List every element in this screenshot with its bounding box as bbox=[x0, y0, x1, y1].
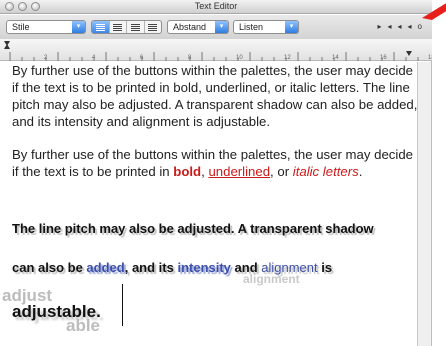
ruler-number: 18 bbox=[428, 55, 432, 61]
ruler-number: 10 bbox=[236, 55, 243, 61]
ruler-number: 16 bbox=[380, 55, 387, 61]
style-popup-label: Stile bbox=[12, 22, 30, 32]
window-title: Text Editor bbox=[194, 1, 238, 11]
circle-icon[interactable]: o bbox=[418, 22, 422, 31]
added-word: added bbox=[86, 260, 125, 275]
red-arrow-icon bbox=[422, 3, 446, 20]
style-popup[interactable]: Stile ▾ bbox=[6, 20, 86, 34]
ruler[interactable]: 2 4 6 8 10 12 14 16 18 bbox=[0, 39, 432, 61]
vertical-scrollbar[interactable] bbox=[417, 62, 431, 346]
italic-words: italic letters bbox=[292, 164, 359, 179]
paragraph-plain: By further use of the buttons within the… bbox=[12, 63, 418, 129]
alignment-word: alignment bbox=[261, 260, 318, 275]
align-left-icon bbox=[95, 23, 105, 31]
document-text-area[interactable]: By further use of the buttons within the… bbox=[2, 62, 420, 335]
list-popup-label: Listen bbox=[239, 22, 264, 32]
previous-icon[interactable]: ◂ bbox=[388, 22, 392, 31]
shadow-text-line: The line pitch may also be adjusted. A t… bbox=[12, 221, 374, 236]
rewind-icon[interactable]: ◂ bbox=[408, 22, 412, 31]
ruler-ticks: 2 4 6 8 10 12 14 16 18 bbox=[4, 41, 432, 61]
ruler-number: 2 bbox=[44, 55, 48, 61]
ruler-number: 14 bbox=[332, 55, 339, 61]
shadow-text-d: is bbox=[317, 260, 333, 275]
align-justify-icon bbox=[130, 23, 140, 31]
align-center-icon bbox=[113, 23, 123, 31]
ruler-number: 8 bbox=[188, 55, 192, 61]
ruler-number: 4 bbox=[92, 55, 96, 61]
text-editor-window: Text Editor Stile ▾ Abstand ▾ Listen ▾ ▸… bbox=[0, 0, 432, 346]
bold-word: bold bbox=[173, 164, 202, 179]
shadow-text-a: can also be bbox=[12, 260, 87, 275]
text-cursor bbox=[122, 284, 123, 326]
underlined-word: underlined bbox=[208, 164, 271, 179]
navigation-buttons: ▸ ◂ ◂ ◂ o bbox=[377, 22, 422, 31]
play-icon[interactable]: ▸ bbox=[377, 22, 381, 31]
title-bar: Text Editor bbox=[0, 0, 432, 14]
right-margin-marker[interactable] bbox=[406, 51, 412, 56]
align-justify-button[interactable] bbox=[127, 21, 145, 33]
period-text: . bbox=[358, 164, 363, 179]
spacing-popup[interactable]: Abstand ▾ bbox=[167, 20, 229, 34]
list-popup[interactable]: Listen ▾ bbox=[233, 20, 299, 34]
paragraph-styled: By further use of the buttons within the… bbox=[12, 146, 420, 180]
alignment-segmented-control bbox=[91, 20, 162, 34]
ruler-number: 6 bbox=[140, 55, 144, 61]
format-toolbar: Stile ▾ Abstand ▾ Listen ▾ ▸ ◂ ◂ ◂ o bbox=[0, 15, 432, 39]
align-right-icon bbox=[148, 23, 158, 31]
align-left-button[interactable] bbox=[92, 21, 110, 33]
spacing-popup-label: Abstand bbox=[173, 22, 207, 32]
back-icon[interactable]: ◂ bbox=[398, 22, 402, 31]
separator-text: , or bbox=[270, 164, 293, 179]
align-center-button[interactable] bbox=[110, 21, 127, 33]
intensity-word: intensity bbox=[177, 260, 231, 275]
shadow-text-c: and bbox=[230, 260, 262, 275]
align-right-button[interactable] bbox=[145, 21, 162, 33]
popup-arrows-icon: ▾ bbox=[215, 21, 228, 33]
adjustable-word: adjustable. bbox=[12, 302, 101, 321]
popup-arrows-icon: ▾ bbox=[72, 21, 85, 33]
shadow-colored-line: can also be added, and its intensity and… bbox=[12, 260, 332, 275]
popup-arrows-icon: ▾ bbox=[285, 21, 298, 33]
left-indent-marker[interactable] bbox=[4, 44, 10, 49]
shadow-text-b: , and its bbox=[124, 260, 178, 275]
ruler-number: 12 bbox=[284, 55, 291, 61]
